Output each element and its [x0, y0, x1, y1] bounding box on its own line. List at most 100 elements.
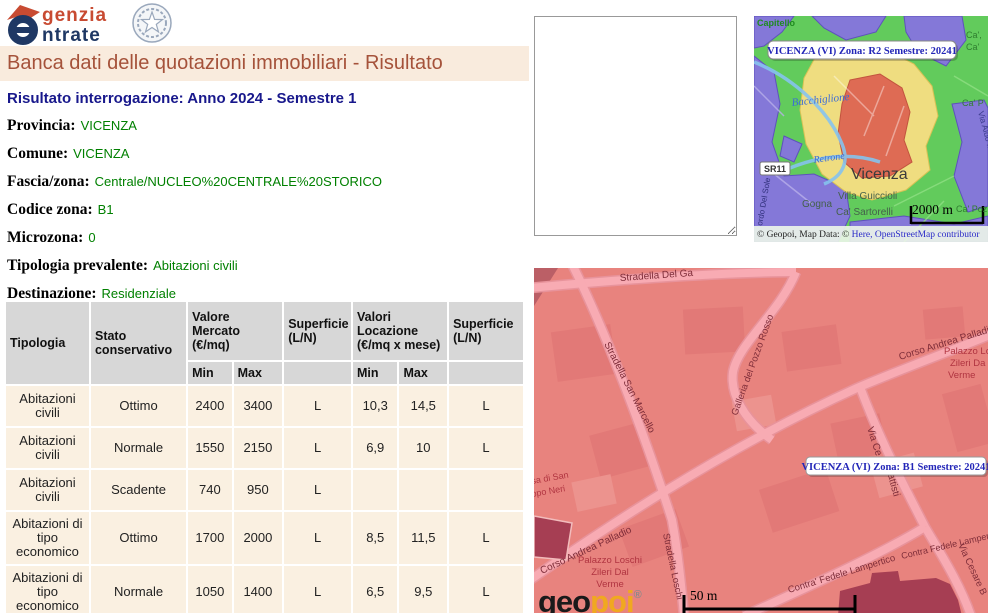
map-attribution: © Geopoi, Map Data: © Here, OpenStreetMa…	[754, 226, 988, 242]
field-label: Fascia/zona:	[7, 173, 90, 190]
zone-overview-map[interactable]: Capitello Ca', Ca' Ca' P Via Aldo M ordo…	[754, 16, 988, 242]
field-label: Provincia:	[7, 117, 76, 134]
field-microzona: Microzona: 0	[7, 230, 529, 246]
cell-mercato-min: 1700	[188, 512, 232, 564]
field-codice-zona: Codice zona:B1	[7, 202, 529, 218]
cell-locazione-max: 11,5	[399, 512, 447, 564]
cell-superficie-2: L	[449, 428, 523, 468]
place-label-palazzo-right-2: Zileri Da	[950, 358, 986, 369]
cell-superficie-2: L	[449, 566, 523, 613]
cell-mercato-min: 1550	[188, 428, 232, 468]
app-logo: genzia ntrate	[4, 2, 204, 44]
field-value: Centrale/NUCLEO%20CENTRALE%20STORICO	[95, 174, 382, 189]
cell-tipologia: Abitazioni civili	[6, 470, 89, 510]
italy-emblem-icon	[133, 4, 171, 42]
field-value: VICENZA	[73, 146, 129, 161]
place-label-palazzo-left-1: Palazzo Loschi	[578, 555, 642, 566]
header-filler	[284, 362, 351, 384]
geopoi-logo-poi: poi	[590, 584, 634, 613]
header-tipologia: Tipologia	[6, 302, 89, 384]
header-valore-mercato: Valore Mercato (€/mq)	[188, 302, 282, 360]
field-provincia: Provincia: VICENZA	[7, 118, 529, 134]
cell-locazione-max: 9,5	[399, 566, 447, 613]
header-filler	[449, 362, 523, 384]
svg-text:© Geopoi, Map Data: © Here, Op: © Geopoi, Map Data: © Here, OpenStreetMa…	[757, 229, 980, 240]
cell-tipologia: Abitazioni civili	[6, 386, 89, 426]
cell-mercato-max: 2000	[234, 512, 283, 564]
header-superficie-2: Superficie (L/N)	[449, 302, 523, 360]
cell-superficie-1: L	[284, 386, 351, 426]
cell-locazione-max: 10	[399, 428, 447, 468]
cell-superficie-1: L	[284, 470, 351, 510]
attribution-text: © Geopoi, Map Data: ©	[757, 229, 852, 240]
place-label-gogna: Gogna	[802, 199, 832, 210]
field-value: VICENZA	[81, 118, 137, 133]
cell-stato: Normale	[91, 428, 186, 468]
svg-text:VICENZA (VI) Zona: B1 Semestre: VICENZA (VI) Zona: B1 Semestre: 20241	[801, 462, 988, 473]
cell-tipologia: Abitazioni civili	[6, 428, 89, 468]
field-label: Tipologia prevalente:	[7, 257, 148, 274]
place-label-ca-1: Ca',	[966, 30, 982, 40]
cell-mercato-max: 1400	[234, 566, 283, 613]
cell-locazione-max: 14,5	[399, 386, 447, 426]
cell-tipologia: Abitazioni di tipo economico	[6, 512, 89, 564]
logo-text-line2: ntrate	[42, 25, 101, 46]
cell-locazione-min	[353, 470, 398, 510]
field-tipologia-prevalente: Tipologia prevalente: Abitazioni civili	[7, 258, 529, 274]
place-label-villa-guiccioli: Villa Guiccioli	[838, 191, 897, 202]
geopoi-logo-geo: geo	[538, 584, 590, 613]
header-min-mercato: Min	[188, 362, 232, 384]
field-label: Microzona:	[7, 229, 83, 246]
table-header-row: Tipologia Stato conservativo Valore Merc…	[6, 302, 523, 360]
field-value: Residenziale	[102, 286, 176, 301]
cell-locazione-max	[399, 470, 447, 510]
cell-mercato-min: 2400	[188, 386, 232, 426]
geopoi-logo-reg: ®	[634, 589, 642, 601]
logo-text-line1: genzia	[42, 5, 107, 26]
agenzia-entrate-logo-icon: genzia ntrate	[4, 2, 204, 46]
field-value: 0	[88, 230, 95, 245]
result-info: Risultato interrogazione: Anno 2024 - Se…	[7, 90, 529, 314]
header-max-locazione: Max	[399, 362, 447, 384]
header-max-mercato: Max	[234, 362, 283, 384]
cell-superficie-1: L	[284, 566, 351, 613]
field-comune: Comune:VICENZA	[7, 146, 529, 162]
page: genzia ntrate Banca dati delle quotazion…	[0, 0, 994, 613]
table-row: Abitazioni di tipo economico Normale 105…	[6, 566, 523, 613]
header-superficie-1: Superficie (L/N)	[284, 302, 351, 360]
attribution-links[interactable]: Here, OpenStreetMap contributor	[852, 230, 981, 240]
place-label-palazzo-left-2: Zileri Dal	[591, 567, 628, 578]
page-title: Risultato interrogazione: Anno 2024 - Se…	[7, 90, 529, 107]
place-label-ca-sartorelli: Ca' Sartorelli	[836, 207, 893, 218]
banner-title: Banca dati delle quotazioni immobiliari …	[0, 46, 529, 81]
zone-badge: VICENZA (VI) Zona: R2 Semestre: 20241	[767, 41, 958, 61]
place-label-capitello: Capitello	[757, 18, 796, 28]
header-min-locazione: Min	[353, 362, 398, 384]
b1-street-map[interactable]: Stradella Del Ga Stradella San Marcello …	[534, 268, 988, 613]
cell-stato: Normale	[91, 566, 186, 613]
svg-text:geopoi®: geopoi®	[538, 584, 642, 613]
city-label-vicenza: Vicenza	[851, 166, 908, 183]
table-row: Abitazioni civili Normale 1550 2150 L 6,…	[6, 428, 523, 468]
cell-mercato-min: 740	[188, 470, 232, 510]
cell-superficie-2: L	[449, 386, 523, 426]
field-value: B1	[98, 202, 114, 217]
cell-mercato-min: 1050	[188, 566, 232, 613]
cell-stato: Scadente	[91, 470, 186, 510]
place-label-ca-p: Ca' P	[962, 98, 984, 108]
cell-superficie-2	[449, 470, 523, 510]
zone-badge: VICENZA (VI) Zona: B1 Semestre: 20241	[801, 457, 988, 477]
header-valori-locazione: Valori Locazione (€/mq x mese)	[353, 302, 447, 360]
place-label-palazzo-right-1: Palazzo Lo	[944, 346, 988, 357]
cell-mercato-max: 2150	[234, 428, 283, 468]
svg-text:SR11: SR11	[764, 164, 786, 174]
cell-mercato-max: 3400	[234, 386, 283, 426]
notes-textarea[interactable]	[534, 16, 737, 236]
cell-locazione-min: 6,9	[353, 428, 398, 468]
cell-superficie-2: L	[449, 512, 523, 564]
scale-label: 50 m	[690, 588, 718, 603]
place-label-palazzo-right-3: Verme	[948, 370, 975, 381]
table-row: Abitazioni civili Ottimo 2400 3400 L 10,…	[6, 386, 523, 426]
sr11-road-badge: SR11	[760, 162, 790, 175]
field-value: Abitazioni civili	[153, 258, 238, 273]
